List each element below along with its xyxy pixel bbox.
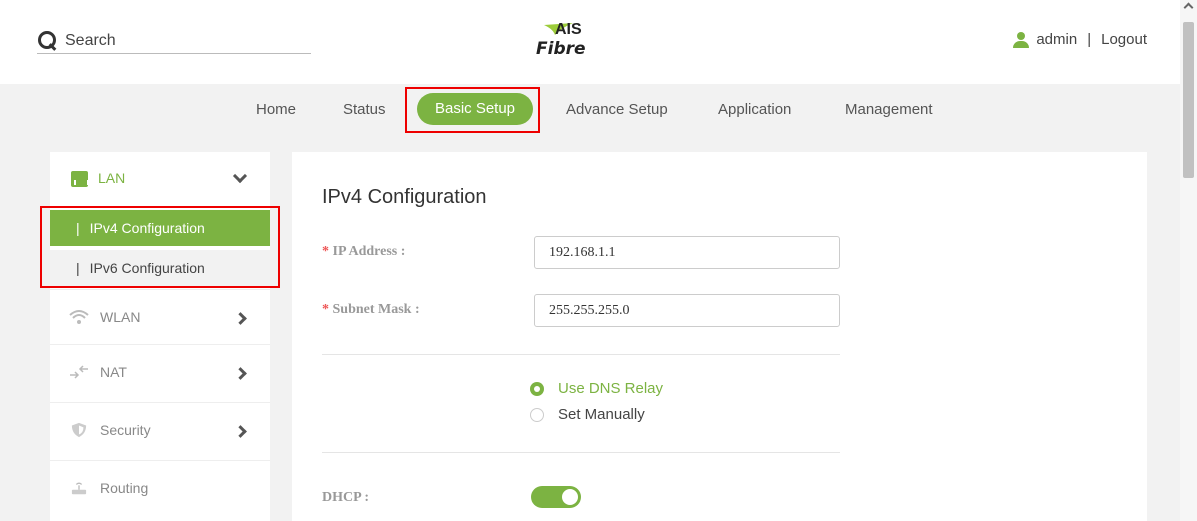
ais-fibre-logo: AIS Fibre: [533, 18, 613, 66]
ip-address-label: * IP Address :: [322, 244, 405, 260]
page-title: IPv4 Configuration: [322, 186, 487, 208]
router-icon: [71, 482, 87, 495]
ip-address-label-text: IP Address :: [332, 244, 406, 259]
divider: [322, 354, 840, 355]
scroll-up-icon[interactable]: [1183, 2, 1194, 13]
sidebar-item-label: LAN: [98, 170, 126, 186]
logo-text-fibre: Fibre: [536, 39, 586, 59]
scrollbar-thumb[interactable]: [1183, 22, 1194, 178]
radio-use-dns-relay[interactable]: Use DNS Relay: [530, 380, 663, 397]
subnet-mask-field[interactable]: 255.255.255.0: [534, 294, 840, 327]
search-box[interactable]: Search: [37, 28, 311, 54]
nat-arrows-icon: [70, 365, 88, 379]
dhcp-toggle[interactable]: [531, 486, 581, 508]
main-panel: IPv4 Configuration * IP Address : 192.16…: [292, 152, 1147, 521]
sidebar-item-wlan[interactable]: WLAN: [50, 289, 270, 347]
sidebar-item-label: Routing: [100, 480, 149, 496]
radio-selected-icon[interactable]: [530, 381, 544, 396]
required-asterisk: *: [322, 302, 329, 317]
radio-label: Set Manually: [558, 406, 645, 423]
scrollbar[interactable]: [1180, 0, 1197, 521]
search-icon[interactable]: [37, 30, 59, 52]
sidebar-item-nat[interactable]: NAT: [50, 344, 270, 402]
nav-status[interactable]: Status: [343, 101, 386, 118]
logo-text-ais: AIS: [555, 21, 582, 38]
chevron-down-icon: [232, 168, 248, 184]
divider: [322, 452, 840, 453]
highlight-box-sidebar: [40, 206, 280, 288]
nav-application[interactable]: Application: [718, 101, 791, 118]
chevron-right-icon: [234, 367, 247, 380]
search-input[interactable]: Search: [65, 32, 116, 50]
nav-management[interactable]: Management: [845, 101, 933, 118]
sidebar-item-label: WLAN: [100, 309, 141, 325]
required-asterisk: *: [322, 244, 329, 259]
logout-link[interactable]: Logout: [1101, 31, 1147, 48]
wifi-icon: [69, 310, 89, 324]
sidebar-item-lan[interactable]: LAN: [50, 152, 270, 210]
radio-label: Use DNS Relay: [558, 380, 664, 397]
nav-advance-setup[interactable]: Advance Setup: [566, 101, 668, 118]
page-header: Search AIS Fibre admin | Logout: [0, 0, 1180, 84]
ip-address-field[interactable]: 192.168.1.1: [534, 236, 840, 269]
radio-unselected-icon[interactable]: [530, 407, 544, 422]
sidebar-item-label: Security: [100, 422, 151, 438]
sidebar-item-label: NAT: [100, 364, 127, 380]
sidebar-item-routing[interactable]: Routing: [50, 460, 270, 518]
dhcp-label: DHCP :: [322, 490, 370, 505]
sidebar-item-security[interactable]: Security: [50, 402, 270, 460]
header-separator: |: [1087, 31, 1092, 48]
nav-home[interactable]: Home: [256, 101, 296, 118]
highlight-box-nav: [405, 87, 540, 133]
radio-set-manually[interactable]: Set Manually: [530, 406, 645, 423]
username: admin: [1036, 31, 1078, 48]
user-area: admin | Logout: [1012, 31, 1147, 48]
chevron-right-icon: [234, 425, 247, 438]
subnet-mask-label-text: Subnet Mask :: [332, 302, 420, 317]
shield-icon: [71, 422, 87, 438]
subnet-mask-label: * Subnet Mask :: [322, 302, 420, 318]
chevron-right-icon: [234, 312, 247, 325]
lan-icon: [71, 171, 89, 187]
user-icon: [1012, 31, 1030, 48]
top-navigation: Home Status Basic Setup Advance Setup Ap…: [0, 93, 1180, 133]
